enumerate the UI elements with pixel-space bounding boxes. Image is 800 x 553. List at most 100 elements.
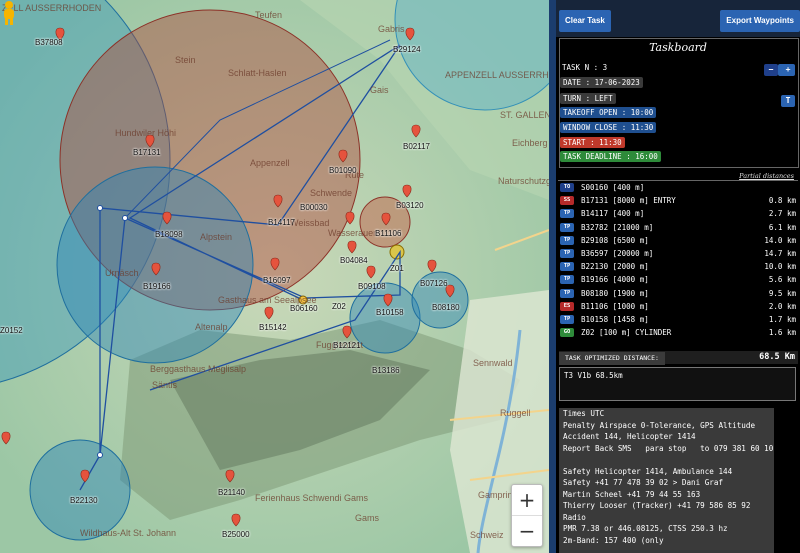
t-button[interactable]: T [781,95,795,107]
waypoint-label: B19166 [143,282,171,291]
start-time: START : 11:30 [560,137,625,148]
turnpoint-name: B22130 [2000 m] [581,262,649,272]
turnpoint-distance: 2.0 km [768,301,796,311]
turnpoint-type-badge: TO [560,183,574,192]
panel-toolbar: Clear Task Export Waypoints [556,0,800,37]
waypoint-label: B10158 [376,308,404,317]
turnpoint-row[interactable]: TP B19166 [4000 m] 5.6 km [558,273,798,286]
waypoint-label: B17131 [133,148,161,157]
waypoint-label: B12121 [333,341,361,350]
turnpoint-name: B10158 [1458 m] [581,314,649,324]
task-turn: TURN : LEFT [560,93,616,104]
optimized-distance-bar: TASK OPTIMIZED DISTANCE: 68.5 Km [559,351,798,365]
turnpoint-type-badge: SS [560,196,574,206]
task-date: DATE : 17-06-2023 [560,77,643,88]
zoom-control: + − [511,484,543,547]
route-node [97,205,103,211]
place-label: Schwende [310,188,353,198]
waypoint-label: B00030 [300,203,328,212]
place-label: ST. GALLEN [500,110,549,120]
turnpoint-row[interactable]: GO Z02 [100 m] CYLINDER 1.6 km [558,326,798,339]
place-label: Schlatt-Haslen [228,68,287,78]
task-map[interactable]: ZELL AUSSERRHODEN Teufen Stein Schlatt-H… [0,0,549,553]
turnpoint-row[interactable]: TP B14117 [400 m] 2.7 km [558,207,798,220]
waypoint-label: B01090 [329,166,357,175]
takeoff-open: TAKEOFF OPEN : 10:00 [560,107,657,118]
place-label: Alpstein [200,232,233,242]
window-close: WINDOW CLOSE : 11:30 [560,122,657,133]
waypoint-label: B09108 [358,282,386,291]
place-label: Urnäsch [105,268,139,278]
place-label: Wildhaus-Alt St. Johann [80,528,177,538]
turnpoint-row[interactable]: TP B22130 [2000 m] 10.0 km [558,260,798,273]
turnpoint-name: B08180 [1900 m] [581,288,649,298]
place-label: Gabris [378,24,405,34]
turnpoint-row[interactable]: TP B08180 [1900 m] 9.5 km [558,287,798,300]
turnpoint-name: B36597 [20000 m] [581,248,654,258]
cylinder-b19166 [56,166,254,364]
turnpoint-type-badge: TP [560,275,574,285]
turnpoint-row[interactable]: TP B36597 [20000 m] 14.7 km [558,247,798,260]
turnpoint-type-badge: TP [560,288,574,298]
place-label: Teufen [255,10,283,20]
zoom-out-button[interactable]: − [512,516,542,546]
turnpoint-name: Z02 [100 m] CYLINDER [581,328,672,338]
place-label: Sennwald [473,358,513,368]
place-label: Weissbad [290,218,330,228]
turnpoint-name: B32782 [21000 m] [581,222,654,232]
turnpoint-type-badge: TP [560,222,574,232]
plus-button[interactable]: + [781,64,795,76]
export-waypoints-button[interactable]: Export Waypoints [720,10,800,32]
optimized-distance-value: 68.5 Km [759,352,795,362]
waypoint-label: B22130 [70,496,98,505]
place-label: Ruggell [500,408,531,418]
turnpoint-distance: 5.6 km [768,275,796,285]
turnpoint-name: B29108 [6500 m] [581,235,649,245]
waypoint-label: Z01 [390,264,404,273]
waypoint-label: B08180 [432,303,460,312]
place-label: Ferienhaus Schwendi Gams [255,493,369,503]
partial-distances-label: Partial distances [739,172,794,180]
turnpoint-row[interactable]: TP B10158 [1458 m] 1.7 km [558,313,798,326]
place-label: Naturschutzgebiet [498,176,549,186]
panel-divider[interactable] [549,0,556,553]
place-label: Eichberg [512,138,548,148]
turnpoint-row[interactable]: TP B29108 [6500 m] 14.0 km [558,234,798,247]
place-label: Appenzell [250,158,290,168]
turnpoint-distance: 6.1 km [768,222,796,232]
waypoint-label: B07126 [420,279,448,288]
turnpoint-type-badge: TP [560,262,574,272]
turnpoint-type-badge: GO [560,328,574,338]
turnpoint-distance: 1.7 km [768,314,796,324]
task-number: TASK N : 3 [562,63,608,72]
turnpoint-type-badge: ES [560,301,574,311]
turnpoint-row[interactable]: TO S00160 [400 m] [558,181,798,194]
place-label: Stein [175,55,196,65]
minus-button-left[interactable]: − [764,64,778,76]
turnpoint-type-badge: TP [560,235,574,245]
waypoint-label: B14117 [268,218,295,227]
waypoint-label: B04084 [340,256,368,265]
route-node [97,452,103,458]
task-code-field[interactable]: T3 V1b 68.5km [559,367,796,401]
turnpoint-distance: 2.7 km [768,209,796,219]
turnpoint-distance: 9.5 km [768,288,796,298]
turnpoint-list: TO S00160 [400 m] SS B17131 [8000 m] ENTRY… [558,180,798,339]
turnpoint-row[interactable]: SS B17131 [8000 m] ENTRY 0.8 km [558,194,798,207]
waypoint-label: B29124 [393,45,421,54]
waypoint-label: B03120 [396,201,424,210]
turnpoint-name: B14117 [400 m] [581,209,645,219]
task-panel: Clear Task Export Waypoints Taskboard TA… [556,0,800,553]
pegman-icon[interactable] [0,0,18,26]
optimized-distance-label: TASK OPTIMIZED DISTANCE: [559,352,665,365]
zoom-in-button[interactable]: + [512,485,542,516]
clear-task-button[interactable]: Clear Task [559,10,611,32]
waypoint-label: B15142 [259,323,287,332]
place-label: Säntis [152,380,178,390]
route-node [122,215,128,221]
turnpoint-row[interactable]: ES B11106 [1000 m] 2.0 km [558,300,798,313]
turnpoint-name: B17131 [8000 m] ENTRY [581,196,676,206]
task-notes[interactable]: Times UTC Penalty Airspace 0-Tolerance, … [559,408,774,553]
turnpoint-row[interactable]: TP B32782 [21000 m] 6.1 km [558,221,798,234]
task-deadline: TASK DEADLINE : 16:00 [560,151,661,162]
